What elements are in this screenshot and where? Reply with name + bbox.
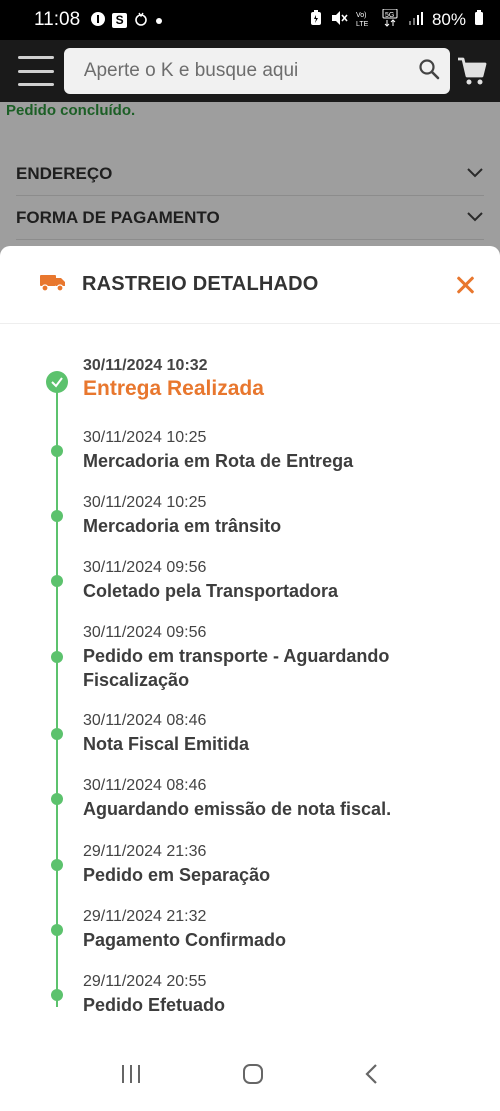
- event-date: 30/11/2024 08:46: [83, 712, 207, 729]
- volte-icon: Vo) LTE: [356, 9, 374, 32]
- vpn-icon: [90, 11, 106, 30]
- truck-icon: [40, 272, 66, 297]
- search-icon[interactable]: [418, 58, 440, 85]
- system-nav-bar: [0, 1041, 500, 1111]
- timeline-line: [56, 382, 58, 1007]
- event-title: Mercadoria em Rota de Entrega: [83, 451, 354, 471]
- event-date: 29/11/2024 21:36: [83, 843, 207, 860]
- svg-text:Vo): Vo): [356, 12, 367, 19]
- tracking-event: 30/11/2024 09:56 Coletado pela Transport…: [83, 559, 483, 603]
- tracking-event: 30/11/2024 09:56 Pedido em transporte - …: [83, 624, 483, 692]
- svg-text:5G: 5G: [385, 12, 394, 19]
- close-icon[interactable]: [454, 274, 476, 296]
- timeline-dot: [51, 445, 63, 457]
- timeline-dot: [51, 728, 63, 740]
- timeline-dot: [51, 651, 63, 663]
- timeline-dot: [51, 924, 63, 936]
- timeline-dot: [51, 989, 63, 1001]
- tracking-title: RASTREIO DETALHADO: [82, 273, 319, 295]
- event-title: Coletado pela Transportadora: [83, 581, 339, 601]
- tracking-header: RASTREIO DETALHADO: [0, 246, 500, 324]
- menu-icon[interactable]: [18, 56, 54, 86]
- event-title: Aguardando emissão de nota fiscal.: [83, 799, 392, 819]
- s-icon: S: [112, 12, 128, 28]
- status-right: Vo) LTE 5G 80%: [310, 8, 484, 32]
- status-time: 11:08: [34, 9, 81, 30]
- signal-icon: [408, 10, 424, 31]
- event-title: Pedido em Separação: [83, 865, 271, 885]
- tracking-event: 30/11/2024 08:46 Nota Fiscal Emitida: [83, 712, 483, 756]
- timeline-dot: [51, 793, 63, 805]
- battery-icon: [474, 9, 484, 31]
- timeline-dot: [51, 510, 63, 522]
- event-title: Entrega Realizada: [83, 377, 264, 400]
- timeline-dot: [51, 575, 63, 587]
- cart-icon[interactable]: [456, 55, 488, 87]
- recents-icon[interactable]: [119, 1063, 143, 1090]
- battery-text: 80%: [431, 10, 466, 29]
- dot-icon: [155, 12, 163, 28]
- tracking-event: 30/11/2024 10:25 Mercadoria em Rota de E…: [83, 429, 483, 473]
- back-icon[interactable]: [363, 1062, 381, 1091]
- 5g-icon: 5G: [382, 8, 400, 32]
- event-date: 30/11/2024 10:25: [83, 429, 207, 446]
- battery-saver-icon: [310, 9, 322, 31]
- mute-icon: [330, 10, 348, 31]
- tracking-sheet: RASTREIO DETALHADO 30/11/2024 10:32 Entr…: [0, 246, 500, 1111]
- hand-icon: [133, 11, 149, 30]
- search-bar[interactable]: [63, 48, 450, 94]
- check-circle-icon: [46, 371, 68, 393]
- event-date: 30/11/2024 09:56: [83, 559, 207, 576]
- app-header: [0, 40, 500, 102]
- search-input[interactable]: [83, 60, 418, 82]
- status-left-icons: S: [90, 11, 163, 30]
- tracking-event: 30/11/2024 10:25 Mercadoria em trânsito: [83, 494, 483, 538]
- event-date: 29/11/2024 21:32: [83, 908, 207, 925]
- event-date: 30/11/2024 10:32: [83, 357, 208, 374]
- event-date: 30/11/2024 09:56: [83, 624, 207, 641]
- event-title: Pedido Efetuado: [83, 995, 226, 1015]
- status-bar: 11:08 S Vo) LTE 5G 80%: [0, 0, 500, 40]
- event-title: Pagamento Confirmado: [83, 930, 287, 950]
- event-title: Pedido em transporte - Aguardando Fiscal…: [83, 646, 390, 690]
- event-date: 30/11/2024 08:46: [83, 777, 207, 794]
- timeline-dot: [51, 859, 63, 871]
- tracking-event: 29/11/2024 21:32 Pagamento Confirmado: [83, 908, 483, 952]
- svg-text:LTE: LTE: [356, 21, 369, 27]
- tracking-event: 30/11/2024 08:46 Aguardando emissão de n…: [83, 777, 483, 821]
- event-date: 30/11/2024 10:25: [83, 494, 207, 511]
- event-title: Mercadoria em trânsito: [83, 516, 282, 536]
- tracking-event: 30/11/2024 10:32 Entrega Realizada: [83, 357, 483, 401]
- tracking-event: 29/11/2024 20:55 Pedido Efetuado: [83, 973, 483, 1017]
- event-date: 29/11/2024 20:55: [83, 973, 207, 990]
- event-title: Nota Fiscal Emitida: [83, 734, 250, 754]
- tracking-event: 29/11/2024 21:36 Pedido em Separação: [83, 843, 483, 887]
- home-icon[interactable]: [241, 1062, 265, 1091]
